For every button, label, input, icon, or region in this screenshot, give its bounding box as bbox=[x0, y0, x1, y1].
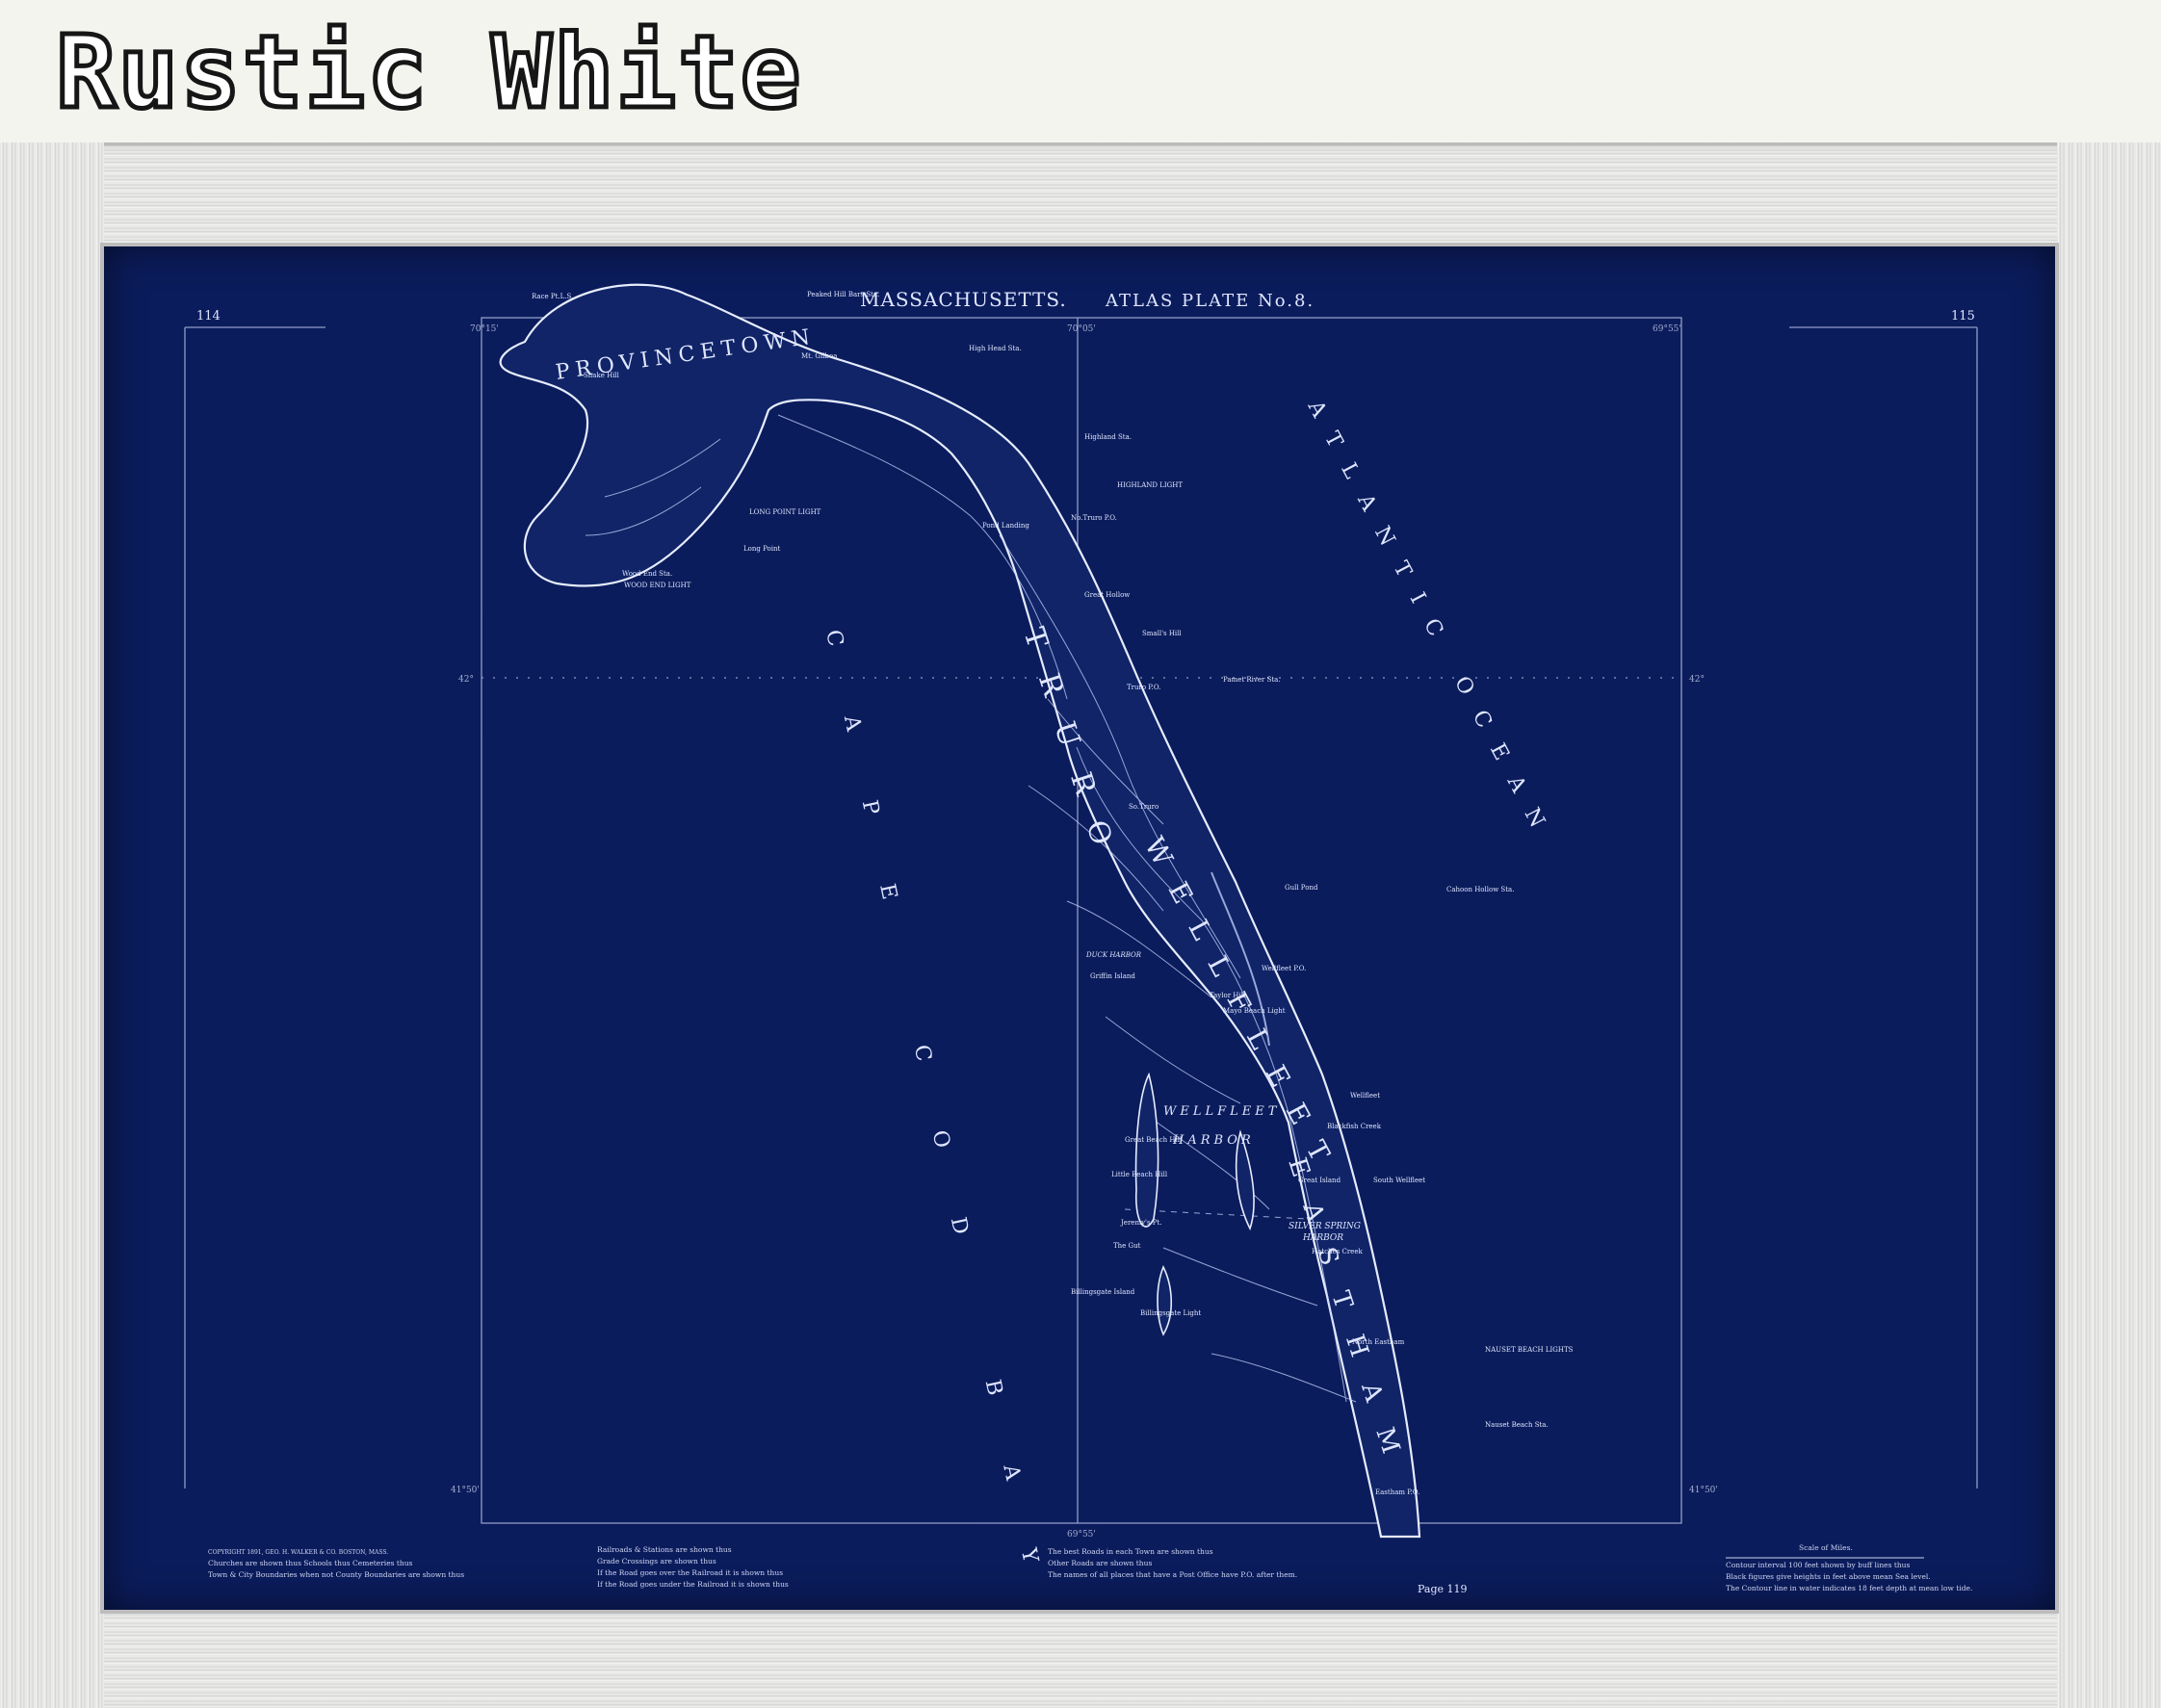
place-label: HIGHLAND LIGHT bbox=[1117, 481, 1183, 489]
place-label: Long Point bbox=[743, 545, 780, 553]
frame-style-title: Rustic White bbox=[53, 12, 803, 134]
place-label: Griffin Island bbox=[1090, 972, 1135, 980]
legend-line: Town & City Boundaries when not County B… bbox=[208, 1570, 464, 1579]
place-label: So.Truro bbox=[1129, 803, 1159, 811]
header-banner: Rustic White bbox=[0, 0, 2161, 142]
place-label: WOOD END LIGHT bbox=[624, 582, 691, 589]
blueprint-map-print: MASSACHUSETTS. ATLAS PLATE No.8. 114 115… bbox=[104, 246, 2055, 1610]
legend-line: Grade Crossings are shown thus bbox=[597, 1557, 716, 1566]
place-label: Taylor Hill bbox=[1210, 992, 1246, 999]
place-label: Nauset Beach Sta. bbox=[1485, 1421, 1549, 1429]
duck-harbor-label: DUCK HARBOR bbox=[1085, 951, 1142, 959]
coord-top-left: 70°15' bbox=[470, 324, 499, 334]
page-footer: Page 119 bbox=[1418, 1583, 1468, 1595]
place-label: Pamet River Sta. bbox=[1223, 676, 1281, 684]
cape-landmass bbox=[499, 283, 1421, 1539]
legend-line: The best Roads in each Town are shown th… bbox=[1048, 1547, 1213, 1556]
legend-line: The names of all places that have a Post… bbox=[1048, 1570, 1297, 1579]
coord-bottom-mid: 69°55' bbox=[1067, 1530, 1096, 1540]
place-label: Pond Landing bbox=[982, 522, 1029, 530]
wellfleet-harbor-label-2: HARBOR bbox=[1172, 1133, 1255, 1148]
place-label: Peaked Hill Bars Sta. bbox=[807, 291, 879, 298]
legend-scale-title: Scale of Miles. bbox=[1799, 1543, 1853, 1552]
place-label: The Gut bbox=[1113, 1242, 1141, 1250]
place-label: Cahoon Hollow Sta. bbox=[1446, 886, 1514, 893]
place-label: Eastham P.O. bbox=[1375, 1488, 1419, 1496]
place-label: Gull Pond bbox=[1285, 884, 1318, 892]
place-label: Mt. Gilboa bbox=[801, 352, 837, 360]
legend-line: If the Road goes over the Railroad it is… bbox=[597, 1568, 783, 1577]
silver-spring-harbor-label: HARBOR bbox=[1302, 1233, 1343, 1243]
coord-lat-mid-left: 42° bbox=[458, 675, 474, 685]
coord-top-mid: 70°05' bbox=[1067, 324, 1096, 334]
plate-title: MASSACHUSETTS. bbox=[860, 288, 1067, 311]
legend-line: Other Roads are shown thus bbox=[1048, 1559, 1152, 1567]
place-label: Blackfish Creek bbox=[1327, 1123, 1382, 1130]
legend-line: Contour interval 100 feet shown by buff … bbox=[1726, 1561, 1910, 1569]
place-label: Wellfleet P.O. bbox=[1262, 965, 1306, 972]
place-label: NAUSET BEACH LIGHTS bbox=[1485, 1346, 1574, 1354]
place-label: Great Hollow bbox=[1084, 591, 1130, 599]
legend-line: If the Road goes under the Railroad it i… bbox=[597, 1580, 789, 1589]
wellfleet-harbor-label-1: WELLFLEET bbox=[1163, 1104, 1280, 1119]
legend-line: The Contour line in water indicates 18 f… bbox=[1726, 1584, 1972, 1592]
legend-line: Churches are shown thus Schools thus Cem… bbox=[208, 1559, 413, 1567]
neatlines bbox=[184, 317, 1978, 1524]
place-label: Snake Hill bbox=[584, 372, 620, 379]
atlantic-ocean-label: ATLANTIC OCEAN bbox=[1302, 396, 1559, 850]
place-label: North Eastham bbox=[1352, 1338, 1405, 1346]
place-label: Race Pt.L.S. bbox=[532, 293, 573, 300]
place-label: LONG POINT LIGHT bbox=[749, 508, 821, 516]
coord-lat-low-right: 41°50' bbox=[1689, 1486, 1718, 1495]
place-label: High Head Sta. bbox=[969, 345, 1022, 352]
place-label: Jeremy's Pt. bbox=[1120, 1219, 1162, 1227]
place-label: Wood End Sta. bbox=[622, 570, 672, 578]
frame-right-moulding bbox=[2057, 142, 2161, 1708]
legend-copyright: COPYRIGHT 1891, GEO. H. WALKER & CO. BOS… bbox=[208, 1549, 388, 1556]
cape-cod-map: MASSACHUSETTS. ATLAS PLATE No.8. 114 115… bbox=[184, 283, 1978, 1610]
place-label: Wellfleet bbox=[1350, 1092, 1380, 1100]
legend-line: Railroads & Stations are shown thus bbox=[597, 1545, 732, 1554]
place-label: South Wellfleet bbox=[1373, 1177, 1425, 1184]
cape-cod-bay-label: CAPE COD BAY bbox=[820, 628, 1057, 1610]
frame-left-moulding bbox=[0, 142, 104, 1708]
silver-spring-label: SILVER SPRING bbox=[1289, 1222, 1361, 1231]
place-label: Billingsgate Light bbox=[1140, 1309, 1201, 1317]
coord-top-right: 69°55' bbox=[1653, 324, 1681, 334]
place-label: Little Beach Hill bbox=[1111, 1171, 1168, 1178]
legend-line: Black figures give heights in feet above… bbox=[1726, 1572, 1931, 1581]
place-label: Great Beach Hill bbox=[1125, 1136, 1183, 1144]
page-number-left: 114 bbox=[196, 309, 221, 323]
place-label: Small's Hill bbox=[1142, 630, 1182, 637]
place-label: Highland Sta. bbox=[1084, 433, 1132, 441]
place-label: Hatches Creek bbox=[1312, 1248, 1363, 1255]
place-label: No.Truro P.O. bbox=[1071, 514, 1117, 522]
place-label: Truro P.O. bbox=[1127, 684, 1160, 691]
place-label: Great Island bbox=[1298, 1177, 1341, 1184]
coord-lat-low-left: 41°50' bbox=[451, 1486, 480, 1495]
place-label: Billingsgate Island bbox=[1071, 1288, 1135, 1296]
plate-subtitle: ATLAS PLATE No.8. bbox=[1105, 291, 1315, 311]
page-number-right: 115 bbox=[1951, 309, 1975, 323]
place-label: Mayo Beach Light bbox=[1223, 1007, 1286, 1015]
map-legend: COPYRIGHT 1891, GEO. H. WALKER & CO. BOS… bbox=[208, 1543, 1972, 1592]
coord-lat-mid-right: 42° bbox=[1689, 675, 1705, 685]
